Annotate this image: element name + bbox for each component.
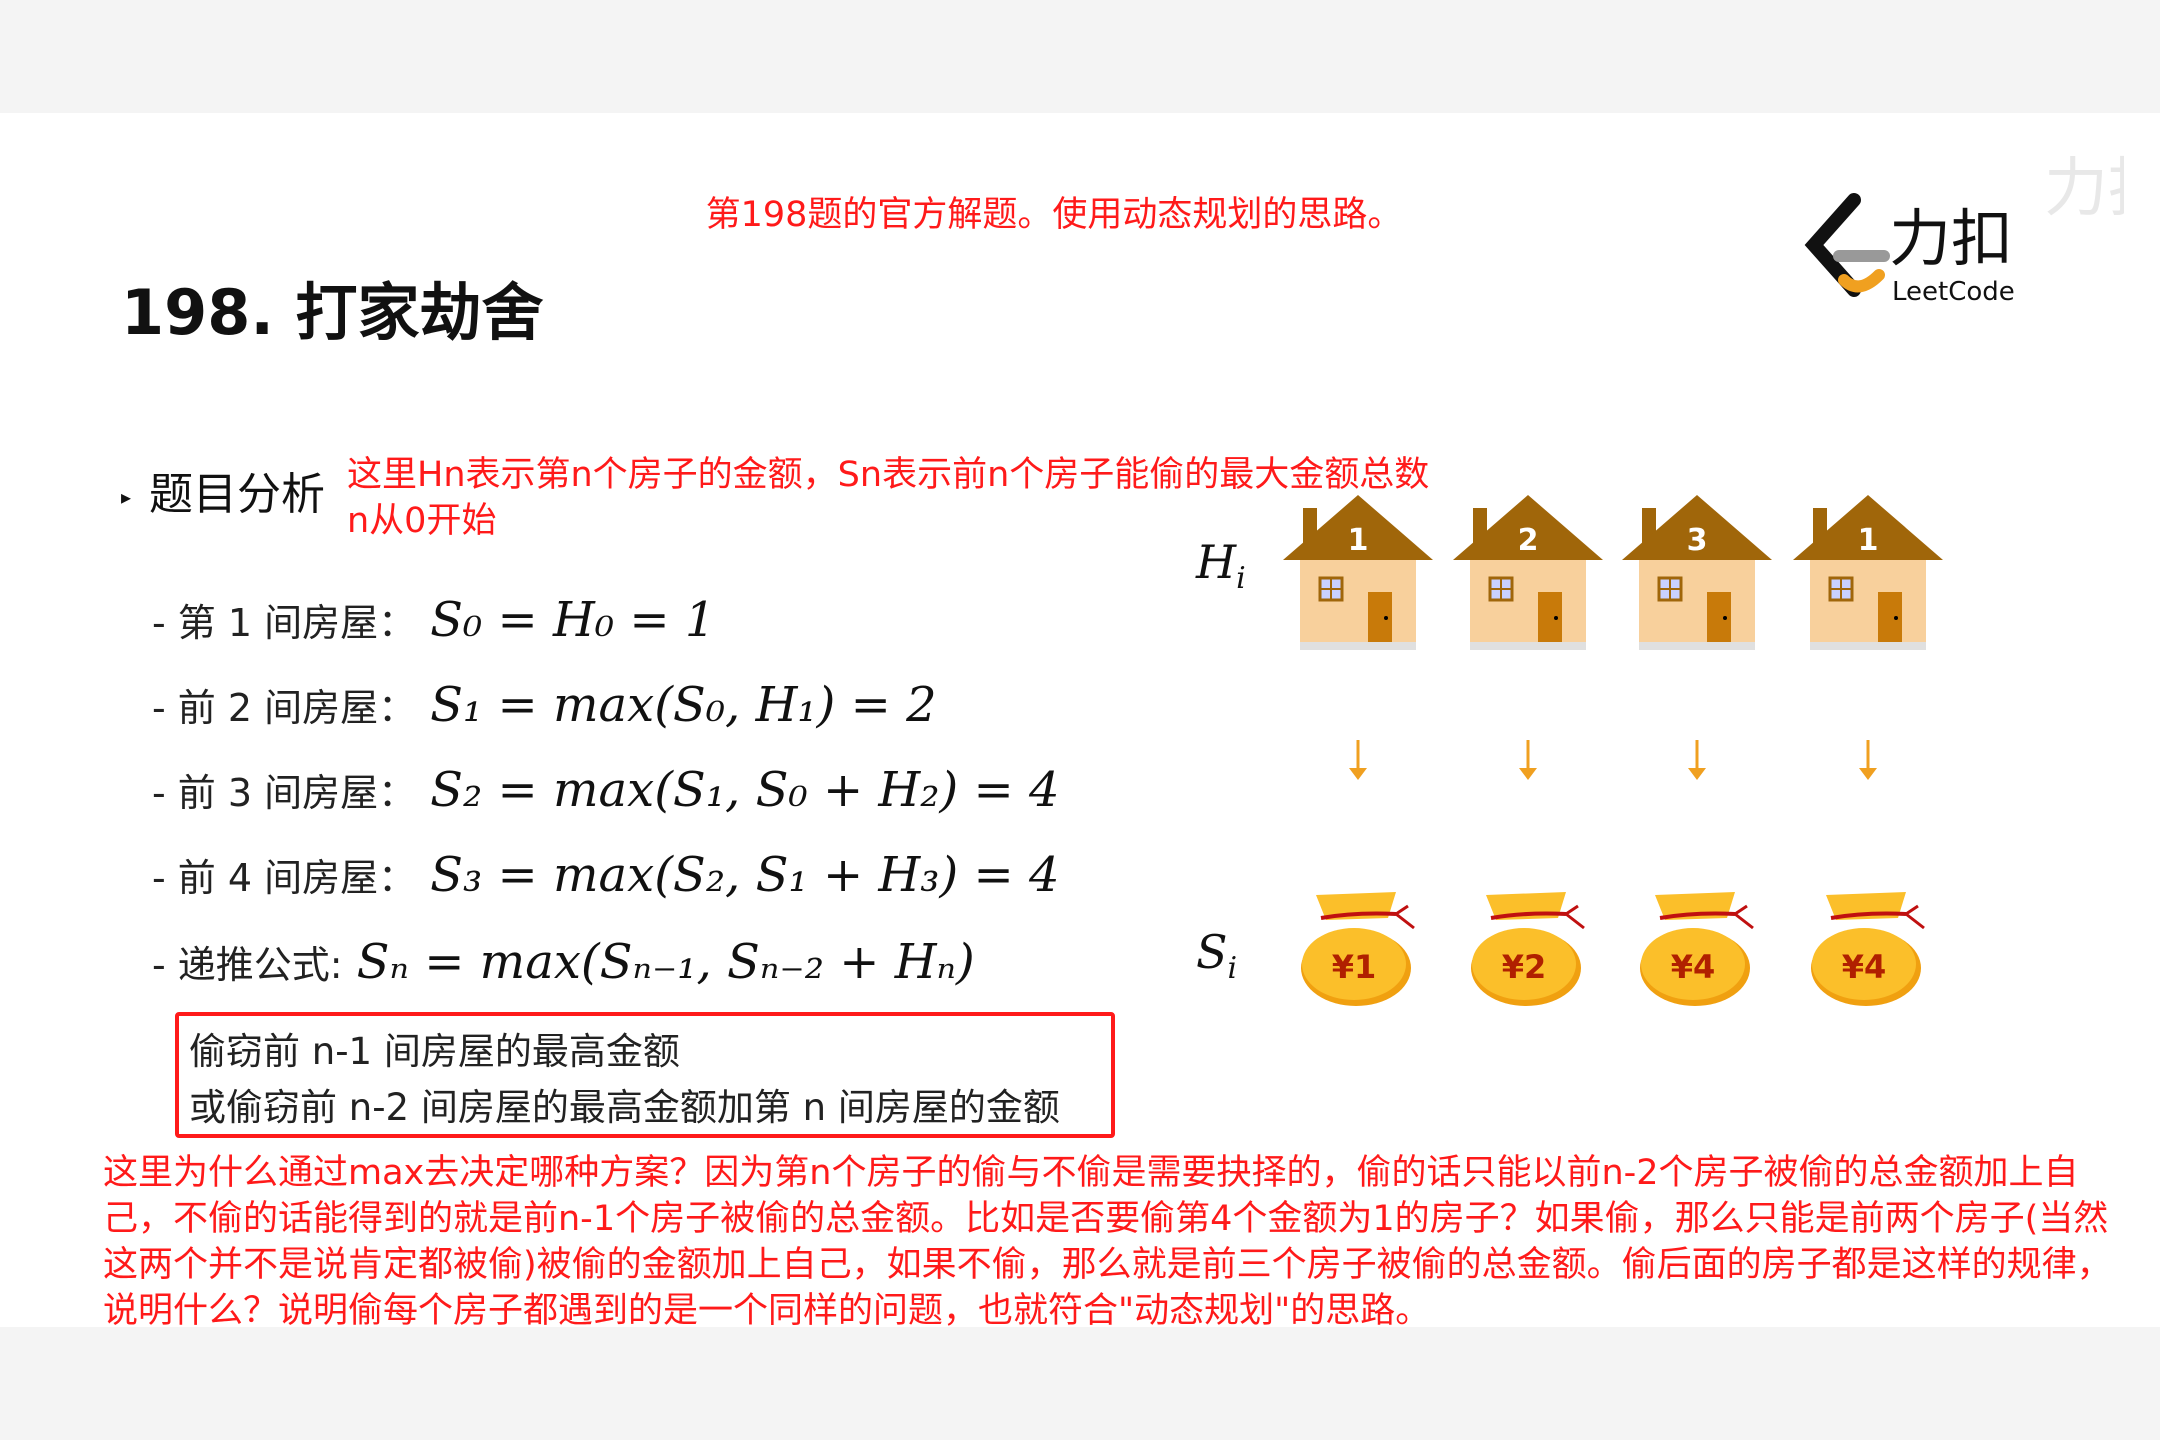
leetcode-logo: 力扣 力扣 LeetCode [1784,150,2160,310]
bullet-icon: ▸ [121,485,132,509]
list-item: - 第 1 间房屋： S₀ = H₀ = 1 [152,592,716,648]
bag-value: ¥4 [1842,948,1887,986]
house-value: 1 [1858,523,1879,558]
annotation-note: 这里Hn表示第n个房子的金额，Sn表示前n个房子能偷的最大金额总数 n从0开始 [347,452,1429,544]
house-value: 2 [1518,523,1539,558]
section-label: 题目分析 [149,469,326,520]
h-label: Hi [1196,535,1246,597]
house-icon: 1 [1788,490,1948,660]
note-line: n从0开始 [347,501,497,541]
formula: S₂ = max(S₁, S₀ + H₂) = 4 [430,762,1060,818]
s-label: Si [1196,925,1238,987]
arrow-down-icon [1513,740,1543,782]
bag-value: ¥2 [1502,948,1547,986]
house-value: 3 [1687,523,1708,558]
arrow-down-icon [1682,740,1712,782]
bag-value: ¥1 [1332,948,1377,986]
page-title: 198. 打家劫舍 [121,276,544,349]
arrow-down-icon [1343,740,1373,782]
house-icon: 1 [1278,490,1438,660]
formula: Sₙ = max(Sₙ₋₁, Sₙ₋₂ + Hₙ) [356,934,975,990]
list-item: - 前 3 间房屋： S₂ = max(S₁, S₀ + H₂) = 4 [152,762,1060,818]
formula: S₀ = H₀ = 1 [430,592,716,648]
box-line: 偷窃前 n-1 间房屋的最高金额 [189,1030,680,1073]
recurrence-explanation-box: 偷窃前 n-1 间房屋的最高金额 或偷窃前 n-2 间房屋的最高金额加第 n 间… [175,1012,1115,1138]
svg-text:力扣: 力扣 [1889,202,2013,275]
section-heading: ▸ 题目分析 [121,458,325,522]
money-bag-icon: ¥4 [1806,890,1936,1008]
logo-watermark: 力扣 [2044,152,2124,226]
arrow-down-icon [1853,740,1883,782]
house-icon: 3 [1617,490,1777,660]
house-value: 1 [1348,523,1369,558]
bag-value: ¥4 [1671,948,1716,986]
money-bag-icon: ¥1 [1296,890,1426,1008]
formula: S₃ = max(S₂, S₁ + H₃) = 4 [430,847,1060,903]
house-icon: 2 [1448,490,1608,660]
note-line: 这里Hn表示第n个房子的金额，Sn表示前n个房子能偷的最大金额总数 [347,455,1430,495]
list-item: - 前 2 间房屋： S₁ = max(S₀, H₁) = 2 [152,677,937,733]
box-line: 或偷窃前 n-2 间房屋的最高金额加第 n 间房屋的金额 [189,1086,1060,1129]
money-bag-icon: ¥4 [1635,890,1765,1008]
explanation-paragraph: 这里为什么通过max去决定哪种方案？因为第n个房子的偷与不偷是需要抉择的，偷的话… [103,1153,2112,1331]
list-item: - 前 4 间房屋： S₃ = max(S₂, S₁ + H₃) = 4 [152,847,1060,903]
money-bag-icon: ¥2 [1466,890,1596,1008]
formula: S₁ = max(S₀, H₁) = 2 [430,677,937,733]
list-item: - 递推公式: Sₙ = max(Sₙ₋₁, Sₙ₋₂ + Hₙ) [152,934,975,990]
svg-text:LeetCode: LeetCode [1892,277,2015,307]
